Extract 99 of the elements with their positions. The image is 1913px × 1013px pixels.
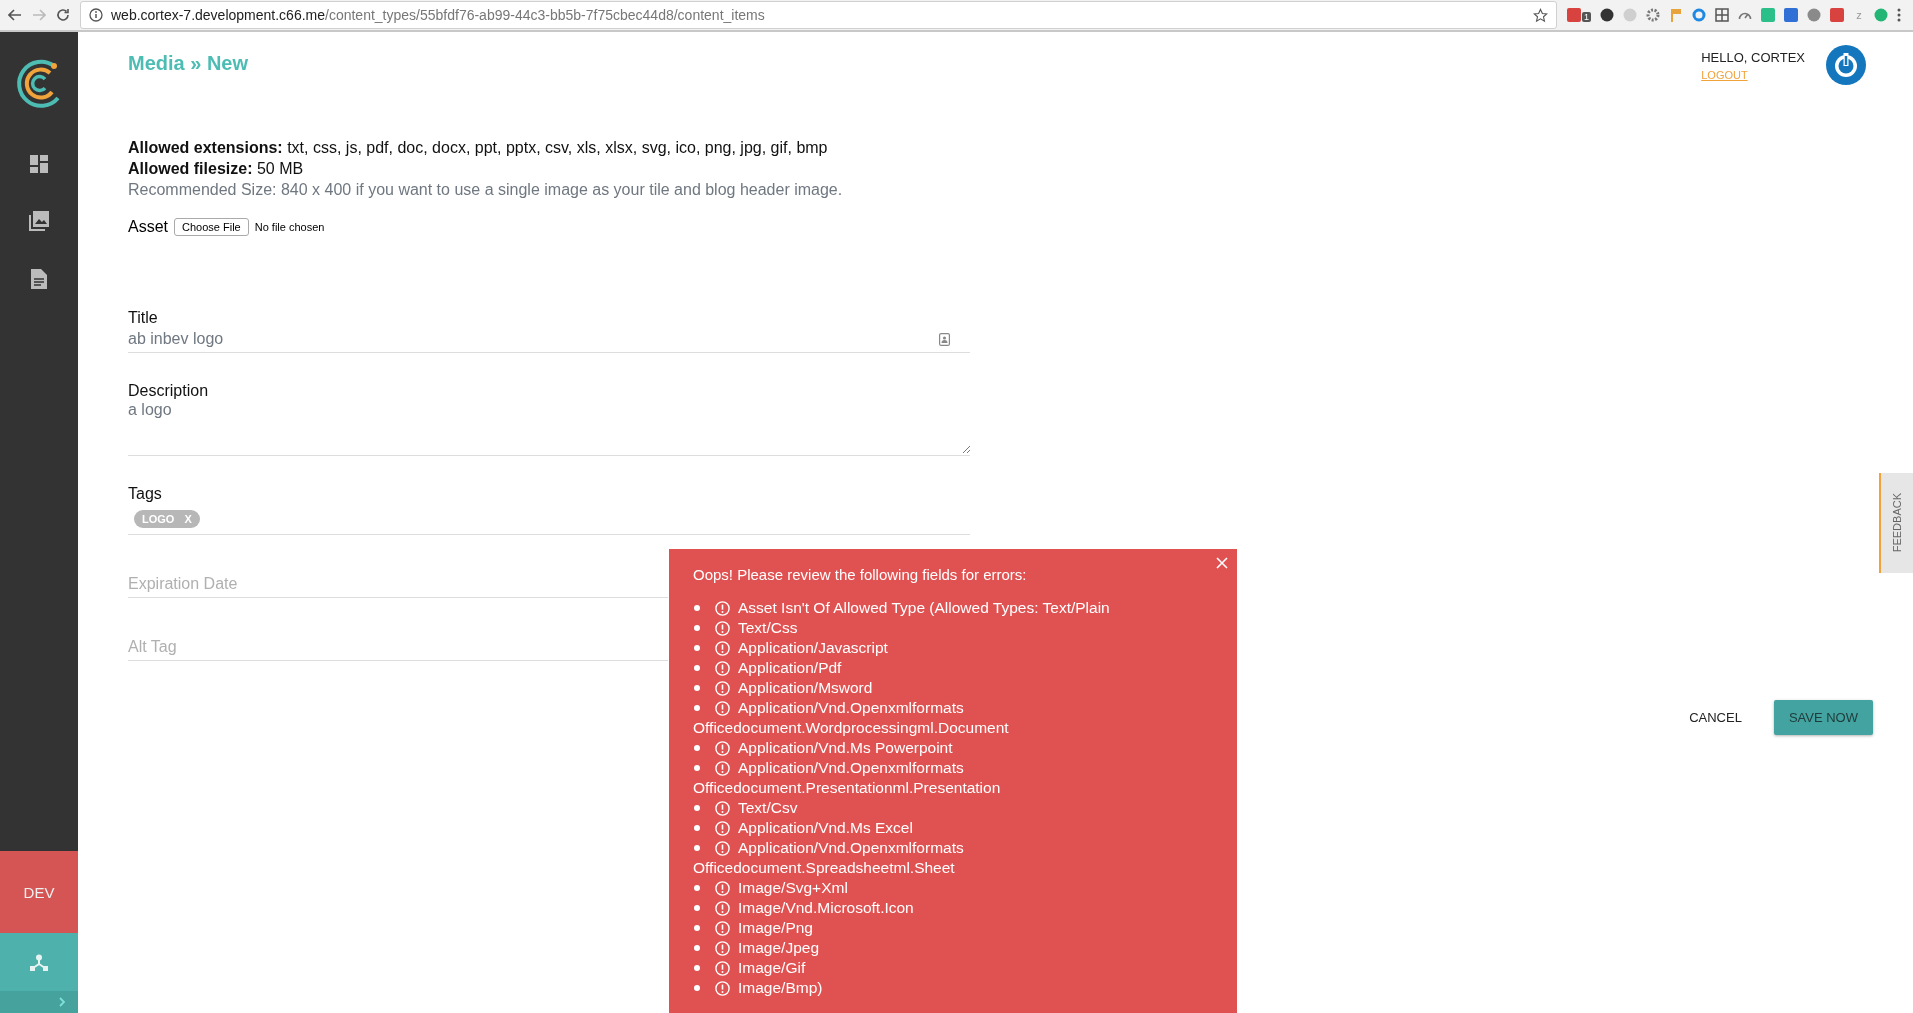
bullet-icon xyxy=(694,885,700,891)
alert-icon xyxy=(715,960,730,976)
bullet-icon xyxy=(694,765,700,771)
field-label: Tags xyxy=(128,484,163,504)
error-text: Image/Svg+Xml xyxy=(738,878,848,898)
extension-icon[interactable]: z xyxy=(1853,9,1865,21)
bullet-icon xyxy=(694,705,700,711)
bullet-icon xyxy=(694,625,700,631)
bullet-icon xyxy=(694,685,700,691)
bullet-icon xyxy=(694,945,700,951)
power-icon[interactable] xyxy=(1825,44,1867,86)
bullet-icon xyxy=(694,985,700,991)
input-field[interactable]: Expiration Date xyxy=(128,573,668,598)
error-text: Application/Vnd.Openxmlformats xyxy=(738,758,964,778)
alert-icon xyxy=(715,880,730,896)
alert-icon xyxy=(715,840,730,856)
dashboard-icon[interactable] xyxy=(30,155,48,173)
bullet-icon xyxy=(694,965,700,971)
bullet-icon xyxy=(694,805,700,811)
back-icon[interactable] xyxy=(8,8,22,22)
cancel-button[interactable]: CANCEL xyxy=(1683,709,1748,726)
menu-icon[interactable] xyxy=(1897,8,1901,22)
error-text: Asset Isn't Of Allowed Type (Allowed Types: Text/Plain xyxy=(738,598,1110,618)
bullet-icon xyxy=(694,605,700,611)
alert-icon xyxy=(715,640,730,656)
environment-label: DEV xyxy=(0,851,78,933)
remove-tag-button[interactable]: X xyxy=(184,513,192,525)
alert-icon xyxy=(715,800,730,816)
error-text: Application/Vnd.Openxmlformats xyxy=(738,698,964,718)
error-text: Text/Css xyxy=(738,618,798,638)
alert-icon xyxy=(715,620,730,636)
network-icon[interactable] xyxy=(30,953,48,971)
chevron-right-icon xyxy=(59,997,65,1007)
greeting-text: HELLO, CORTEX xyxy=(1701,50,1805,65)
error-text: Application/Pdf xyxy=(738,658,842,678)
bullet-icon xyxy=(694,845,700,851)
recommendation-text: Recommended Size: 840 x 400 if you want to use a single image as your tile and blog header image. xyxy=(128,180,844,200)
alert-icon xyxy=(715,760,730,776)
input-field[interactable]: ab inbev logo xyxy=(128,328,970,353)
alert-icon xyxy=(715,820,730,836)
error-text: Officedocument.Presentationml.Presentation xyxy=(693,778,1002,798)
resize-handle-icon[interactable] xyxy=(963,446,970,453)
alert-icon xyxy=(715,900,730,916)
error-text: Application/Javascript xyxy=(738,638,888,658)
field-label: Title xyxy=(128,308,159,328)
error-text: Application/Vnd.Ms Powerpoint xyxy=(738,738,953,758)
error-text: Application/Vnd.Ms Excel xyxy=(738,818,913,838)
logout-link[interactable]: LOGOUT xyxy=(1701,69,1805,81)
bullet-icon xyxy=(694,665,700,671)
alert-icon xyxy=(715,940,730,956)
close-icon[interactable] xyxy=(1216,557,1228,569)
alert-icon xyxy=(715,700,730,716)
gear-icon[interactable] xyxy=(1646,8,1660,22)
count-badge: 1 xyxy=(1582,12,1591,22)
info-text: Allowed extensions: txt, css, js, pdf, doc, docx, ppt, pptx, csv, xls, xlsx, svg, ico, png, jpg, gif, bmp xyxy=(128,138,829,158)
error-text: Image/Gif xyxy=(738,958,806,978)
error-text: Text/Csv xyxy=(738,798,798,818)
breadcrumb: Media » New xyxy=(128,52,250,75)
document-icon[interactable] xyxy=(31,269,47,289)
error-text: Officedocument.Wordprocessingml.Document xyxy=(693,718,1010,738)
extension-icon[interactable] xyxy=(1600,8,1614,22)
star-icon[interactable] xyxy=(1533,7,1548,23)
alert-icon xyxy=(715,660,730,676)
bullet-icon xyxy=(694,645,700,651)
error-text: Application/Vnd.Openxmlformats xyxy=(738,838,964,858)
tags-field[interactable]: LOGO X xyxy=(128,504,970,535)
contact-card-icon[interactable] xyxy=(939,332,950,346)
error-text: Image/Png xyxy=(738,918,813,938)
alert-icon xyxy=(715,980,730,996)
info-icon[interactable] xyxy=(89,8,103,22)
address-bar[interactable]: web.cortex-7.development.c66.me/content_types/55bfdf76-ab99-44c3-bb5b-7f75cbec44d8/content_items xyxy=(80,1,1557,29)
choose-file-button[interactable]: Choose File xyxy=(174,218,249,236)
reload-icon[interactable] xyxy=(56,8,70,22)
bullet-icon xyxy=(694,825,700,831)
alert-icon xyxy=(715,740,730,756)
bullet-icon xyxy=(694,745,700,751)
save-button[interactable]: SAVE NOW xyxy=(1773,700,1873,735)
bullet-icon xyxy=(694,905,700,911)
alert-icon xyxy=(715,680,730,696)
grid-icon[interactable] xyxy=(1715,8,1729,22)
error-text: Image/Bmp) xyxy=(738,978,823,998)
tag-label: LOGO xyxy=(142,513,175,525)
error-text: Image/Jpeg xyxy=(738,938,819,958)
error-text: Image/Vnd.Microsoft.Icon xyxy=(738,898,914,918)
images-icon[interactable] xyxy=(29,211,49,231)
url-text: web.cortex-7.development.c66.me/content_types/55bfdf76-ab99-44c3-bb5b-7f75cbec44d8/content_items xyxy=(111,7,766,23)
alert-icon xyxy=(715,600,730,616)
feedback-tab[interactable]: FEEDBACK xyxy=(1879,473,1913,573)
alert-icon xyxy=(715,920,730,936)
file-status: No file chosen xyxy=(254,221,325,233)
text-area[interactable]: a logo xyxy=(128,401,970,456)
input-field[interactable]: Alt Tag xyxy=(128,636,668,661)
info-text: Allowed filesize: 50 MB xyxy=(128,159,305,179)
error-text: Application/Msword xyxy=(738,678,873,698)
error-text: Officedocument.Spreadsheetml.Sheet xyxy=(693,858,956,878)
bullet-icon xyxy=(694,925,700,931)
error-title: Oops! Please review the following fields for errors: xyxy=(693,566,1028,583)
field-label: Asset xyxy=(128,218,168,236)
field-label: Description xyxy=(128,381,210,401)
